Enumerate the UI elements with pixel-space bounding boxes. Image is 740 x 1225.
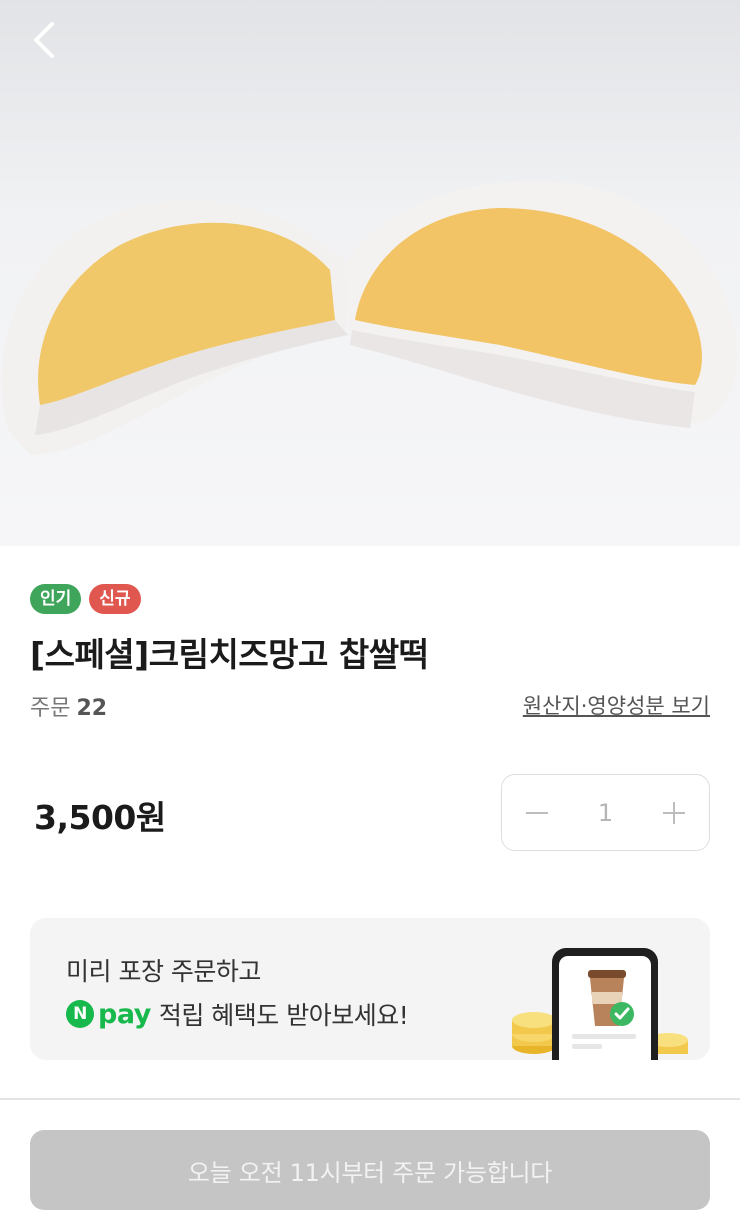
product-price: 3,500원 — [34, 798, 166, 837]
bottom-divider — [0, 1098, 740, 1100]
quantity-stepper: 1 — [501, 774, 710, 851]
increase-quantity-button[interactable] — [639, 775, 709, 850]
order-count: 22 — [76, 696, 108, 721]
origin-nutrition-link[interactable]: 원산지·영양성분 보기 — [523, 690, 710, 720]
npay-promo-banner[interactable]: 미리 포장 주문하고 N pay 적립 혜택도 받아보세요! — [30, 918, 710, 1060]
product-image-area — [0, 0, 740, 546]
promo-text-line2: N pay 적립 혜택도 받아보세요! — [66, 996, 409, 1032]
npay-logo: N pay — [66, 999, 151, 1030]
mochi-photo — [1, 181, 738, 455]
badge-group: 인기 신규 — [30, 584, 141, 614]
order-label: 주문 — [30, 696, 71, 721]
badge-popular: 인기 — [30, 584, 82, 614]
promo-text-benefit: 적립 혜택도 받아보세요! — [158, 1001, 409, 1030]
quantity-value: 1 — [597, 798, 614, 827]
decrease-quantity-button[interactable] — [502, 775, 572, 850]
plus-icon — [663, 801, 685, 824]
chevron-left-icon — [34, 22, 54, 58]
product-title: [스페셜]크림치즈망고 찹쌀떡 — [30, 635, 429, 674]
order-button-disabled[interactable]: 오늘 오전 11시부터 주문 가능합니다 — [30, 1130, 710, 1210]
minus-icon — [526, 811, 548, 814]
phone-coffee-coins-icon — [512, 948, 688, 1060]
npay-logo-text: pay — [98, 998, 151, 1030]
badge-new: 신규 — [89, 584, 141, 614]
order-count-row: 주문 22 — [30, 690, 107, 722]
promo-text-line1: 미리 포장 주문하고 — [66, 957, 261, 986]
back-button[interactable] — [22, 18, 66, 62]
npay-n-icon: N — [66, 1000, 94, 1028]
